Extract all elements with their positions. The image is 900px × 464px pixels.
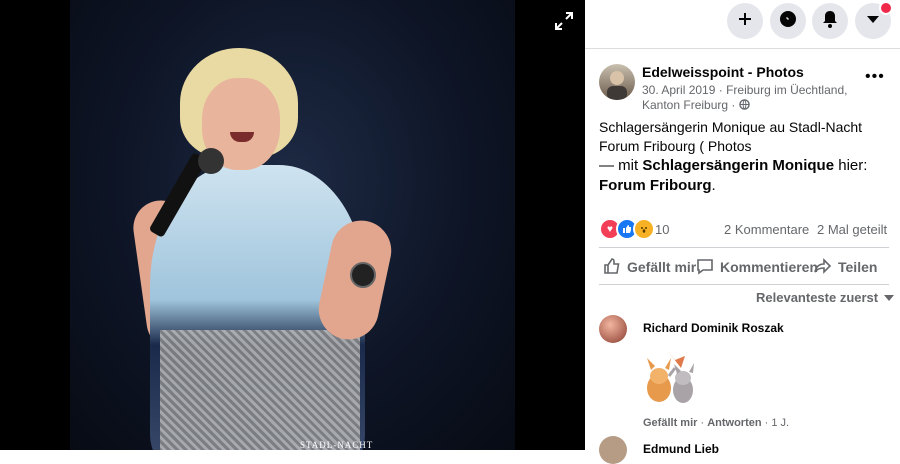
reaction-count[interactable]: 10 (655, 222, 669, 237)
page-avatar[interactable] (599, 64, 635, 100)
post-caption: Schlagersängerin Monique au Stadl-Nacht … (599, 119, 863, 154)
divider (599, 247, 889, 248)
caret-down-icon (884, 290, 895, 305)
post-tagline: — mit Schlagersängerin Monique hier: For… (599, 156, 894, 196)
caret-down-icon (866, 12, 880, 30)
tagged-place-link[interactable]: Forum Fribourg (599, 177, 712, 194)
tag-suffix: . (711, 177, 716, 194)
messenger-icon (779, 10, 797, 33)
like-label: Gefällt mir (627, 259, 697, 275)
photo-viewer: STADL-NACHT (0, 0, 585, 450)
account-menu-button[interactable] (855, 1, 893, 39)
comment-button[interactable]: Kommentieren (696, 256, 818, 278)
share-label: Teilen (838, 259, 878, 275)
like-button[interactable]: Gefällt mir (603, 256, 696, 278)
page-title[interactable]: Edelweisspoint - Photos (642, 64, 804, 80)
photo-figure-apron (160, 330, 360, 450)
comment-sticker (637, 348, 705, 410)
tagged-person-link[interactable]: Schlagersängerin Monique (642, 157, 834, 174)
fullscreen-expand-icon[interactable] (553, 10, 575, 32)
messenger-button[interactable] (770, 3, 806, 39)
comment-icon (696, 257, 720, 278)
comment-sort-dropdown[interactable]: Relevanteste zuerst (756, 290, 895, 305)
sort-label: Relevanteste zuerst (756, 290, 879, 305)
wristwatch (350, 262, 376, 288)
globe-icon (738, 98, 750, 112)
share-icon (814, 257, 838, 278)
more-options-icon[interactable]: ••• (865, 68, 885, 86)
comment-actions: Gefällt mir · Antworten · 1 J. (643, 417, 790, 429)
photo-watermark: STADL-NACHT (300, 440, 374, 450)
plus-icon (737, 11, 753, 32)
commenter-name[interactable]: Edmund Lieb (643, 442, 719, 456)
top-bar (585, 0, 900, 49)
shares-count[interactable]: 2 Mal geteilt (817, 222, 887, 237)
thumbs-up-icon (603, 257, 627, 278)
post-location[interactable]: Freiburg im Üechtland, (726, 83, 847, 97)
divider (599, 284, 889, 285)
wow-reaction-icon (633, 218, 655, 240)
post-date[interactable]: 30. April 2019 (642, 83, 715, 97)
tag-prefix: — mit (599, 157, 643, 174)
notification-badge (879, 1, 893, 15)
post-location-region[interactable]: Kanton Freiburg (642, 98, 728, 112)
comments-count[interactable]: 2 Kommentare (724, 222, 809, 237)
post-photo: STADL-NACHT (70, 0, 515, 450)
notifications-button[interactable] (812, 3, 848, 39)
post-meta: 30. April 2019 · Freiburg im Üechtland, … (642, 83, 848, 112)
comment-label: Kommentieren (720, 259, 819, 275)
reaction-icons[interactable]: ♥ (599, 218, 655, 240)
commenter-name[interactable]: Richard Dominik Roszak (643, 321, 784, 335)
comment-like-button[interactable]: Gefällt mir (643, 417, 697, 429)
microphone-head (198, 148, 224, 174)
comment-reply-button[interactable]: Antworten (707, 417, 761, 429)
tag-middle: hier: (834, 157, 868, 174)
commenter-avatar[interactable] (599, 436, 627, 464)
share-button[interactable]: Teilen (814, 256, 877, 278)
create-button[interactable] (727, 3, 763, 39)
comment-age[interactable]: 1 J. (771, 417, 789, 429)
commenter-avatar[interactable] (599, 315, 627, 343)
post-panel: Edelweisspoint - Photos 30. April 2019 ·… (585, 0, 900, 464)
bell-icon (822, 10, 838, 33)
